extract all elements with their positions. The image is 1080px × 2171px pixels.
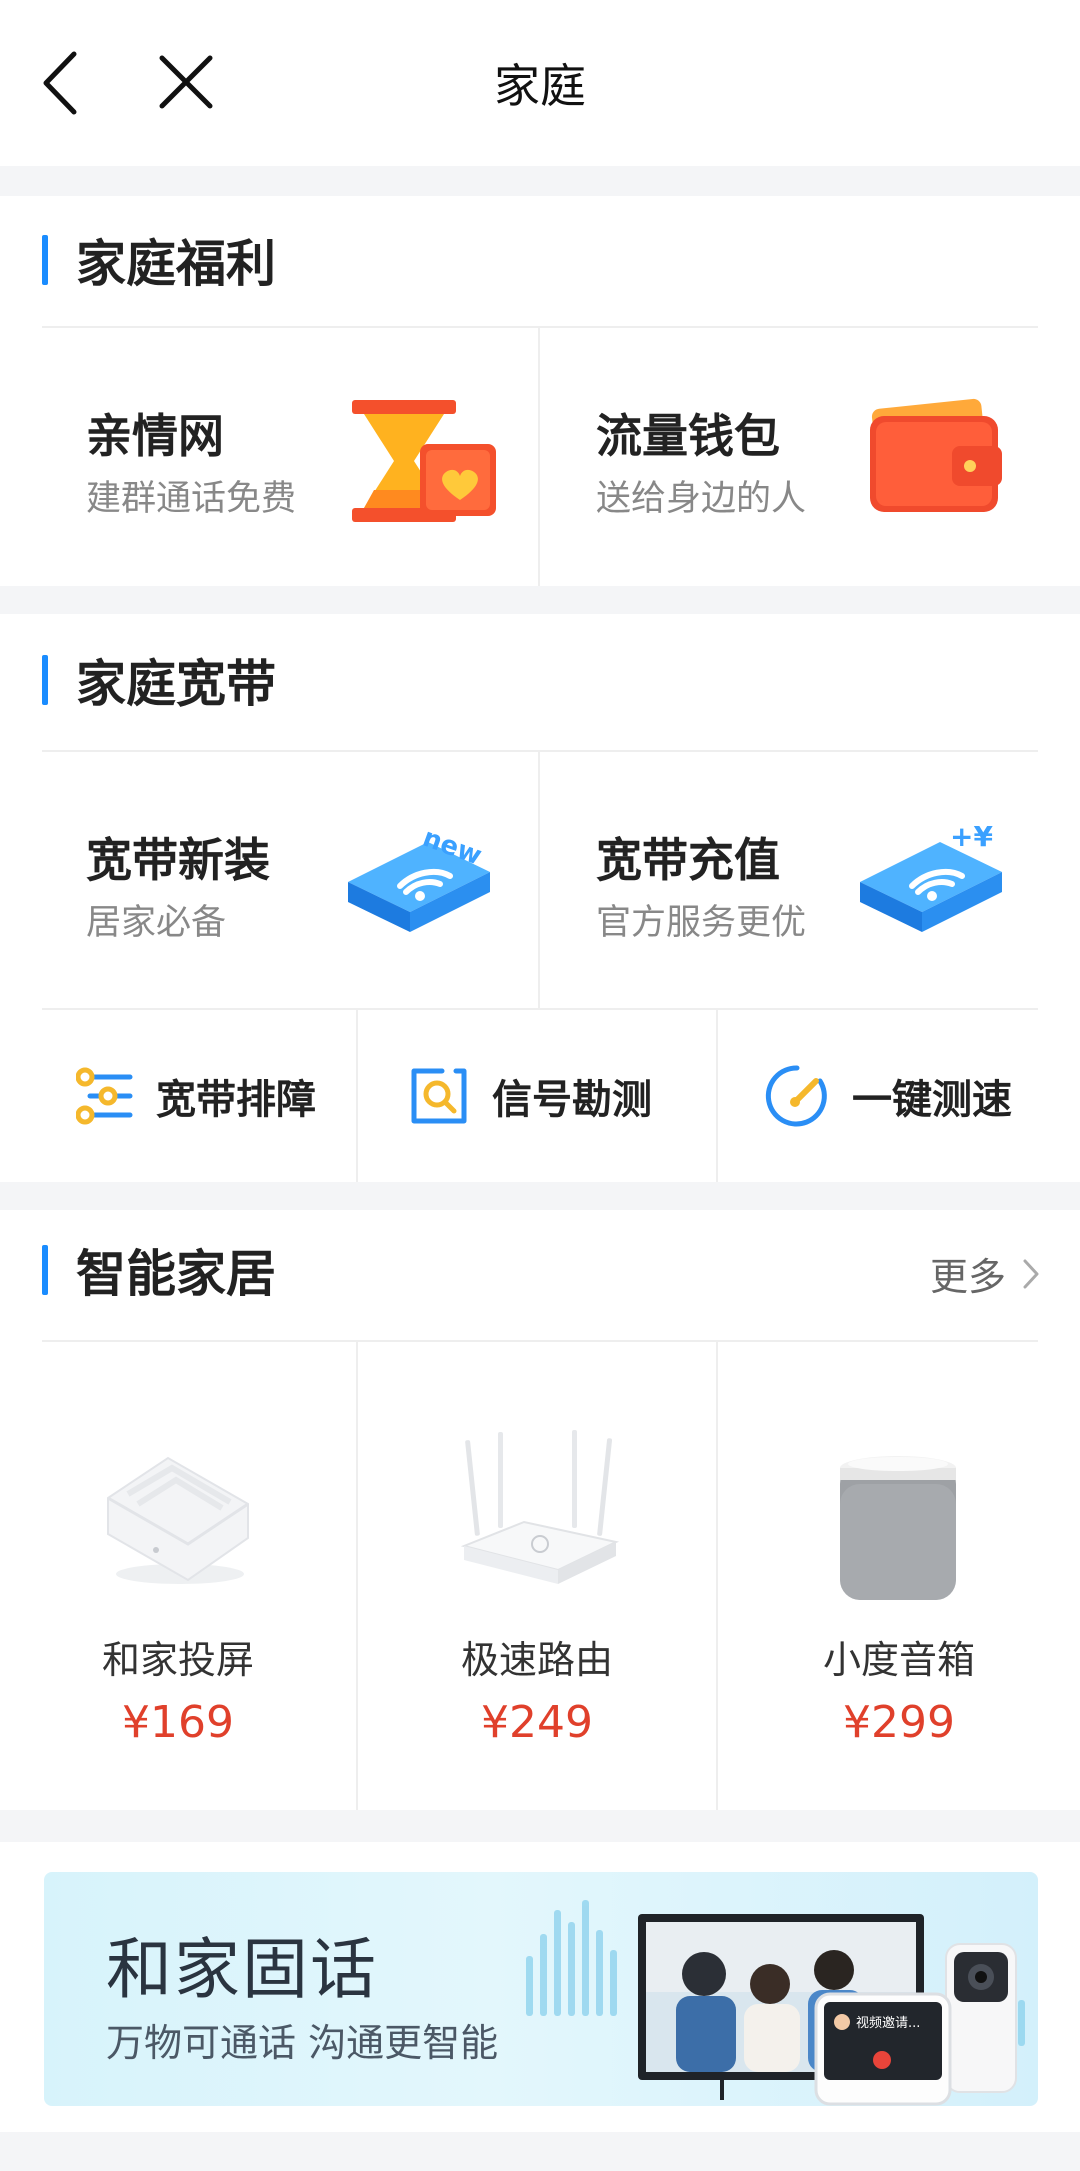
- signal-search-icon: [411, 1068, 467, 1124]
- section-header-welfare: 家庭福利: [42, 230, 276, 293]
- banner-subtitle: 万物可通话 沟通更智能: [106, 2021, 499, 2065]
- product-name: 小度音箱: [822, 1638, 975, 1682]
- top-nav-bar: 家庭: [0, 0, 1080, 166]
- product-name: 和家投屏: [101, 1638, 254, 1682]
- smart-speaker-icon: [840, 1456, 956, 1600]
- tile-title: 亲情网: [86, 409, 224, 463]
- page-title: 家庭: [494, 59, 586, 113]
- section-title: 家庭宽带: [76, 655, 276, 713]
- section-header-smarthome: 智能家居: [42, 1240, 276, 1303]
- home-landline-banner[interactable]: 和家固话 万物可通话 沟通更智能 视频邀请...: [44, 1872, 1038, 2106]
- tool-label: 一键测速: [852, 1077, 1012, 1123]
- chevron-right-icon: [1023, 1259, 1039, 1288]
- recharge-badge: +¥: [950, 820, 993, 853]
- section-header-broadband: 家庭宽带: [42, 650, 276, 713]
- product-card[interactable]: 小度音箱 ¥299: [718, 1342, 1080, 1810]
- tool-speed-test[interactable]: 一键测速: [764, 1010, 1012, 1182]
- family-welfare-section: 家庭福利 亲情网 建群通话免费 流量钱包 送给身边的人: [0, 196, 1080, 586]
- section-title: 家庭福利: [76, 235, 276, 293]
- tile-title: 宽带新装: [86, 833, 270, 887]
- tile-title: 流量钱包: [596, 409, 780, 463]
- speed-gauge-icon: [765, 1065, 827, 1127]
- section-title: 智能家居: [76, 1245, 276, 1303]
- tile-broadband-new[interactable]: 宽带新装 居家必备 new: [0, 752, 538, 1008]
- more-label: 更多: [929, 1255, 1006, 1299]
- product-price: ¥249: [481, 1697, 593, 1748]
- wifi-router-icon: [460, 1430, 620, 1584]
- section-accent-bar: [42, 1245, 48, 1295]
- hourglass-icon: [352, 400, 496, 522]
- router-new-icon: new: [348, 823, 490, 932]
- tile-subtitle: 居家必备: [86, 903, 227, 943]
- tool-label: 宽带排障: [156, 1077, 316, 1123]
- tile-subtitle: 建群通话免费: [86, 479, 297, 519]
- section-accent-bar: [42, 235, 48, 285]
- tile-title: 宽带充值: [596, 833, 780, 887]
- product-card[interactable]: 和家投屏 ¥169: [0, 1342, 356, 1810]
- family-broadband-section: 家庭宽带 宽带新装 居家必备 new 宽带充值 官方服务更优 +¥ 宽带排障 信…: [0, 614, 1080, 1182]
- section-accent-bar: [42, 655, 48, 705]
- product-price: ¥169: [122, 1697, 234, 1748]
- banner-title: 和家固话: [106, 1931, 378, 2008]
- tile-subtitle: 送给身边的人: [596, 479, 807, 519]
- more-link[interactable]: 更多: [930, 1246, 1040, 1301]
- tool-label: 信号勘测: [492, 1077, 652, 1123]
- tile-broadband-recharge[interactable]: 宽带充值 官方服务更优 +¥: [540, 752, 1080, 1008]
- tile-data-wallet[interactable]: 流量钱包 送给身边的人: [540, 328, 1080, 586]
- product-price: ¥299: [843, 1697, 955, 1748]
- wallet-icon: [870, 398, 1002, 512]
- broadband-tools-row: 宽带排障 信号勘测 一键测速: [0, 1010, 1080, 1182]
- tool-broadband-troubleshoot[interactable]: 宽带排障: [76, 1010, 316, 1182]
- banner-illustration: 视频邀请...: [526, 1900, 1025, 2106]
- divider: [716, 1010, 718, 1182]
- screen-cast-box-icon: [107, 1456, 249, 1584]
- product-name: 极速路由: [460, 1638, 613, 1682]
- sliders-icon: [76, 1067, 133, 1125]
- product-card[interactable]: 极速路由 ¥249: [358, 1342, 716, 1810]
- divider: [356, 1010, 358, 1182]
- screen-text: 视频邀请...: [856, 2016, 920, 2031]
- tile-subtitle: 官方服务更优: [596, 903, 807, 943]
- tool-signal-survey[interactable]: 信号勘测: [408, 1010, 652, 1182]
- router-recharge-icon: +¥: [860, 820, 1002, 932]
- tile-family-network[interactable]: 亲情网 建群通话免费: [0, 328, 538, 586]
